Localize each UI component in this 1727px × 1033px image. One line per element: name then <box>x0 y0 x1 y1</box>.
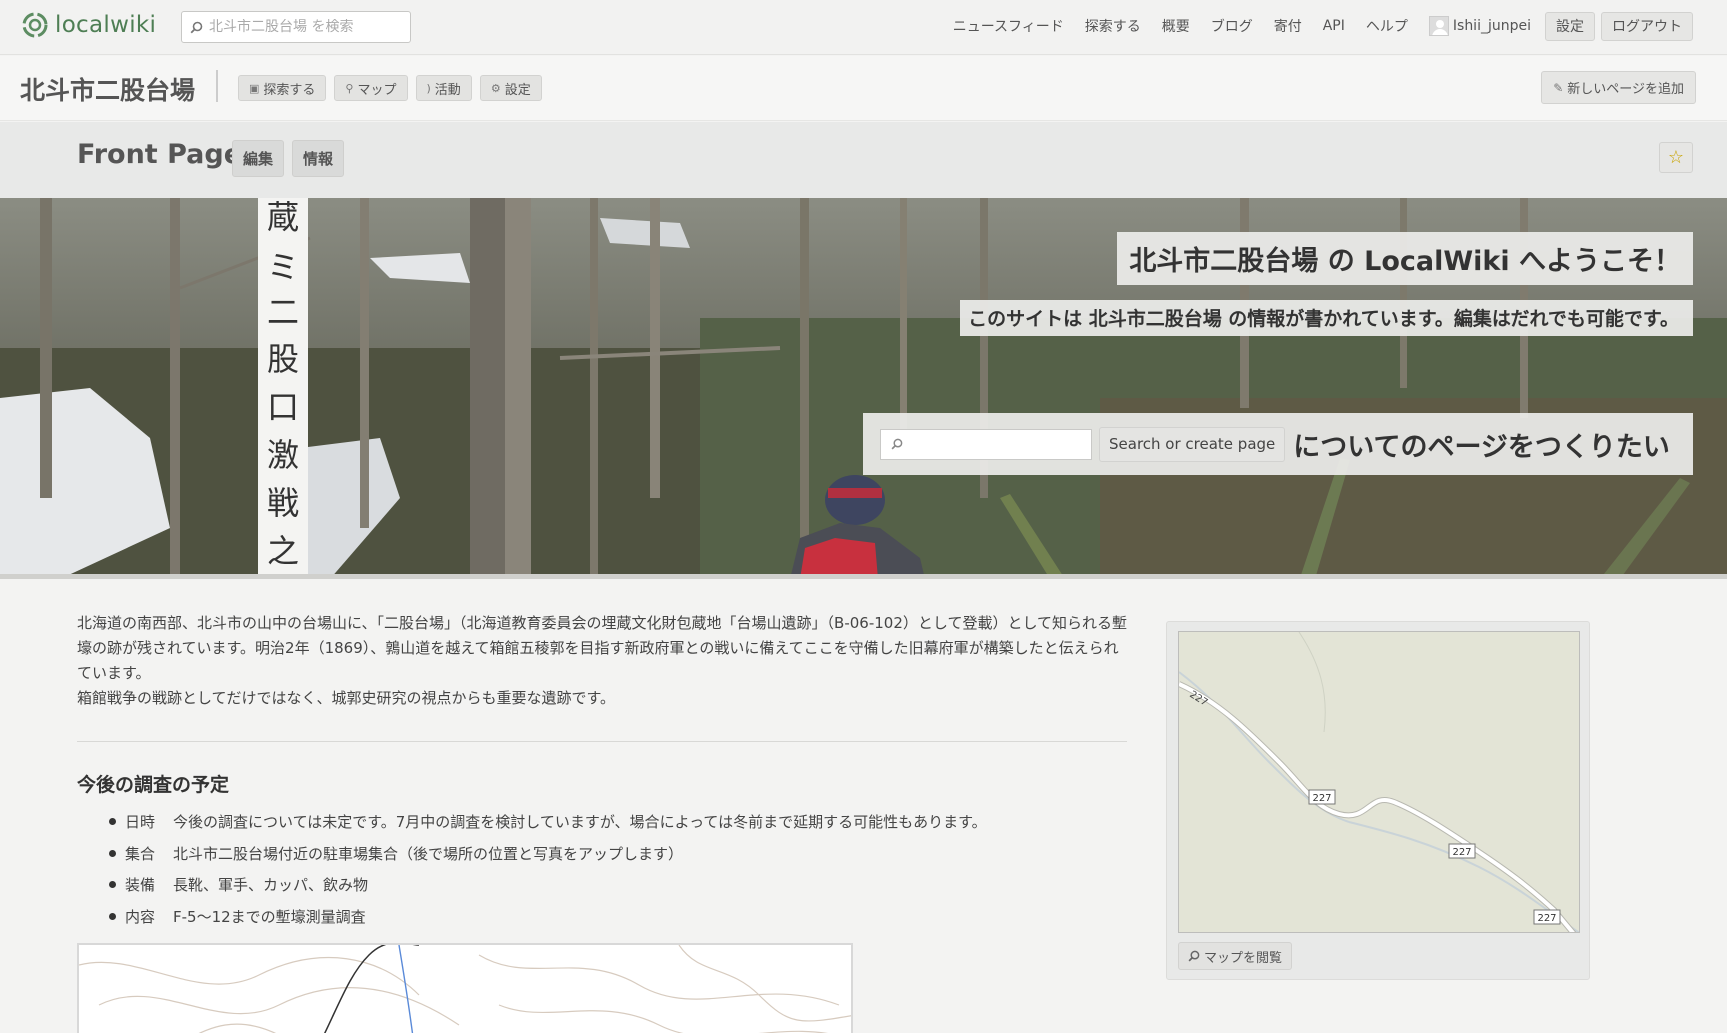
schedule-text: 今後の調査については未定です。7月中の調査を検討していますが、場合によっては冬前… <box>173 813 987 832</box>
section-divider <box>77 741 1127 742</box>
create-page-input[interactable] <box>907 436 1087 452</box>
user-menu[interactable]: Ishii_junpei <box>1428 16 1531 36</box>
intro-text: 北海道の南西部、北斗市の山中の台場山に、「二股台場」（北海道教育委員会の埋蔵文化… <box>77 611 1127 711</box>
localwiki-logo-icon <box>22 12 48 38</box>
map-button-label: マップ <box>357 82 397 98</box>
nav-api[interactable]: API <box>1323 18 1345 34</box>
nav-donate[interactable]: 寄付 <box>1274 16 1302 36</box>
schedule-term: 装備 <box>125 876 156 895</box>
hero-subtitle: このサイトは 北斗市二股台場 の情報が書かれています。編集はだれでも可能です。 <box>960 300 1693 336</box>
list-item: 日時 今後の調査については未定です。7月中の調査を検討していますが、場合によっては… <box>109 806 1127 838</box>
schedule-heading: 今後の調査の予定 <box>77 774 230 796</box>
road-map: 227 227 227 227 <box>1179 632 1579 932</box>
explore-button-label: 探索する <box>263 82 316 98</box>
region-bar: 北斗市二股台場 ▣ 探索する ⚲ マップ ) 活動 ⚙ 設定 ✎ 新しいページを追加 <box>0 56 1727 121</box>
pencil-icon: ✎ <box>1553 80 1564 95</box>
nav-blog[interactable]: ブログ <box>1211 16 1253 36</box>
star-icon: ☆ <box>1667 147 1685 168</box>
route-shield: 227 <box>1308 789 1336 805</box>
logo-text: localwiki <box>55 12 157 38</box>
nav-help[interactable]: ヘルプ <box>1366 16 1408 36</box>
top-search-input[interactable] <box>209 19 399 35</box>
region-settings-button[interactable]: ⚙ 設定 <box>479 75 542 101</box>
schedule-term: 内容 <box>125 907 156 926</box>
logout-button[interactable]: ログアウト <box>1601 11 1693 41</box>
region-map[interactable]: 227 227 227 227 <box>1178 631 1580 933</box>
route-shield: 227 <box>1448 843 1476 859</box>
search-icon <box>1188 950 1200 962</box>
rss-icon: ) <box>426 81 431 95</box>
svg-text:ミ: ミ <box>267 248 299 286</box>
hero-banner: 蔵 ミ 二 股 口 激 戦 之 北斗市二股台場 の LocalWiki へようこ… <box>0 198 1727 579</box>
schedule-text: 長靴、軍手、カッパ、飲み物 <box>173 876 369 895</box>
list-item: 内容 F-5〜12までの塹壕測量調査 <box>109 901 1127 933</box>
schedule-list: 日時 今後の調査については未定です。7月中の調査を検討していますが、場合によっては… <box>109 806 1127 932</box>
user-settings-button[interactable]: 設定 <box>1545 11 1595 41</box>
tab-info[interactable]: 情報 <box>292 140 345 177</box>
map-pin-icon: ⚲ <box>345 81 354 95</box>
topnav-links: ニュースフィード 探索する 概要 ブログ 寄付 API ヘルプ Ishii_ju… <box>932 0 1727 52</box>
schedule-term: 日時 <box>125 813 156 832</box>
top-navbar: localwiki ニュースフィード 探索する 概要 ブログ 寄付 API ヘル… <box>0 0 1727 55</box>
view-map-button[interactable]: マップを閲覧 <box>1178 942 1293 970</box>
add-page-button[interactable]: ✎ 新しいページを追加 <box>1541 71 1696 104</box>
hero-welcome: 北斗市二股台場 の LocalWiki へようこそ！ <box>1117 232 1693 285</box>
svg-text:股: 股 <box>267 340 299 378</box>
schedule-text: F-5〜12までの塹壕測量調査 <box>173 907 366 926</box>
map-button[interactable]: ⚲ マップ <box>334 75 408 101</box>
svg-text:激: 激 <box>267 436 299 474</box>
activity-button[interactable]: ) 活動 <box>415 75 472 101</box>
add-page-label: 新しいページを追加 <box>1567 82 1684 97</box>
schedule-term: 集合 <box>125 844 156 863</box>
localwiki-logo[interactable]: localwiki <box>20 10 156 40</box>
avatar <box>1428 16 1449 36</box>
search-or-create-button[interactable]: Search or create page <box>1099 426 1286 462</box>
list-item: 装備 長靴、軍手、カッパ、飲み物 <box>109 869 1127 901</box>
main-content: 北海道の南西部、北斗市の山中の台場山に、「二股台場」（北海道教育委員会の埋蔵文化… <box>77 611 1127 1033</box>
svg-text:二: 二 <box>267 293 299 331</box>
svg-text:之: 之 <box>267 532 299 570</box>
route-label: 227 <box>1537 913 1556 924</box>
svg-text:戦: 戦 <box>267 484 299 522</box>
page-title: Front Page <box>77 139 243 170</box>
svg-text:蔵: 蔵 <box>267 198 299 236</box>
list-item: 集合 北斗市二股台場付近の駐車場集合（後で場所の位置と写真をアップします） <box>109 838 1127 870</box>
explore-button[interactable]: ▣ 探索する <box>238 75 327 101</box>
page-tabs: 編集 情報 <box>232 140 352 177</box>
map-card: 227 227 227 227 マップを閲覧 <box>1166 621 1590 980</box>
nav-newsfeed[interactable]: ニュースフィード <box>953 16 1064 36</box>
svg-text:口: 口 <box>267 388 299 426</box>
username: Ishii_junpei <box>1452 18 1531 34</box>
route-label: 227 <box>1312 793 1331 804</box>
create-page-search[interactable] <box>880 428 1092 460</box>
bus-icon: ▣ <box>249 81 260 95</box>
route-label: 227 <box>1452 847 1471 858</box>
tab-edit[interactable]: 編集 <box>232 140 285 177</box>
create-page-suffix: についてのページをつくりたい <box>1293 431 1670 463</box>
search-icon <box>891 438 903 450</box>
gear-icon: ⚙ <box>490 81 501 95</box>
create-page-box: Search or create page についてのページをつくりたい <box>863 413 1693 475</box>
search-icon <box>190 21 203 33</box>
top-search-box[interactable] <box>181 11 411 43</box>
intro-paragraph: 箱館戦争の戦跡としてだけではなく、城郭史研究の視点からも重要な遺跡です。 <box>77 689 616 707</box>
nav-explore[interactable]: 探索する <box>1085 16 1141 36</box>
region-actions: ▣ 探索する ⚲ マップ ) 活動 ⚙ 設定 <box>238 75 550 101</box>
view-map-label: マップを閲覧 <box>1204 950 1283 966</box>
region-title[interactable]: 北斗市二股台場 <box>20 71 195 107</box>
page-header: Front Page 編集 情報 ☆ <box>0 122 1727 198</box>
route-label: 227 <box>1187 689 1209 708</box>
intro-paragraph: 北海道の南西部、北斗市の山中の台場山に、「二股台場」（北海道教育委員会の埋蔵文化… <box>77 614 1127 682</box>
topographic-map-image[interactable] <box>77 943 853 1033</box>
follow-star-button[interactable]: ☆ <box>1659 142 1693 173</box>
activity-button-label: 活動 <box>434 82 461 98</box>
region-divider <box>216 70 218 102</box>
schedule-text: 北斗市二股台場付近の駐車場集合（後で場所の位置と写真をアップします） <box>173 844 684 863</box>
contour-lines <box>79 945 851 1033</box>
route-shield: 227 <box>1533 909 1561 925</box>
nav-about[interactable]: 概要 <box>1162 16 1190 36</box>
region-settings-label: 設定 <box>504 82 531 98</box>
